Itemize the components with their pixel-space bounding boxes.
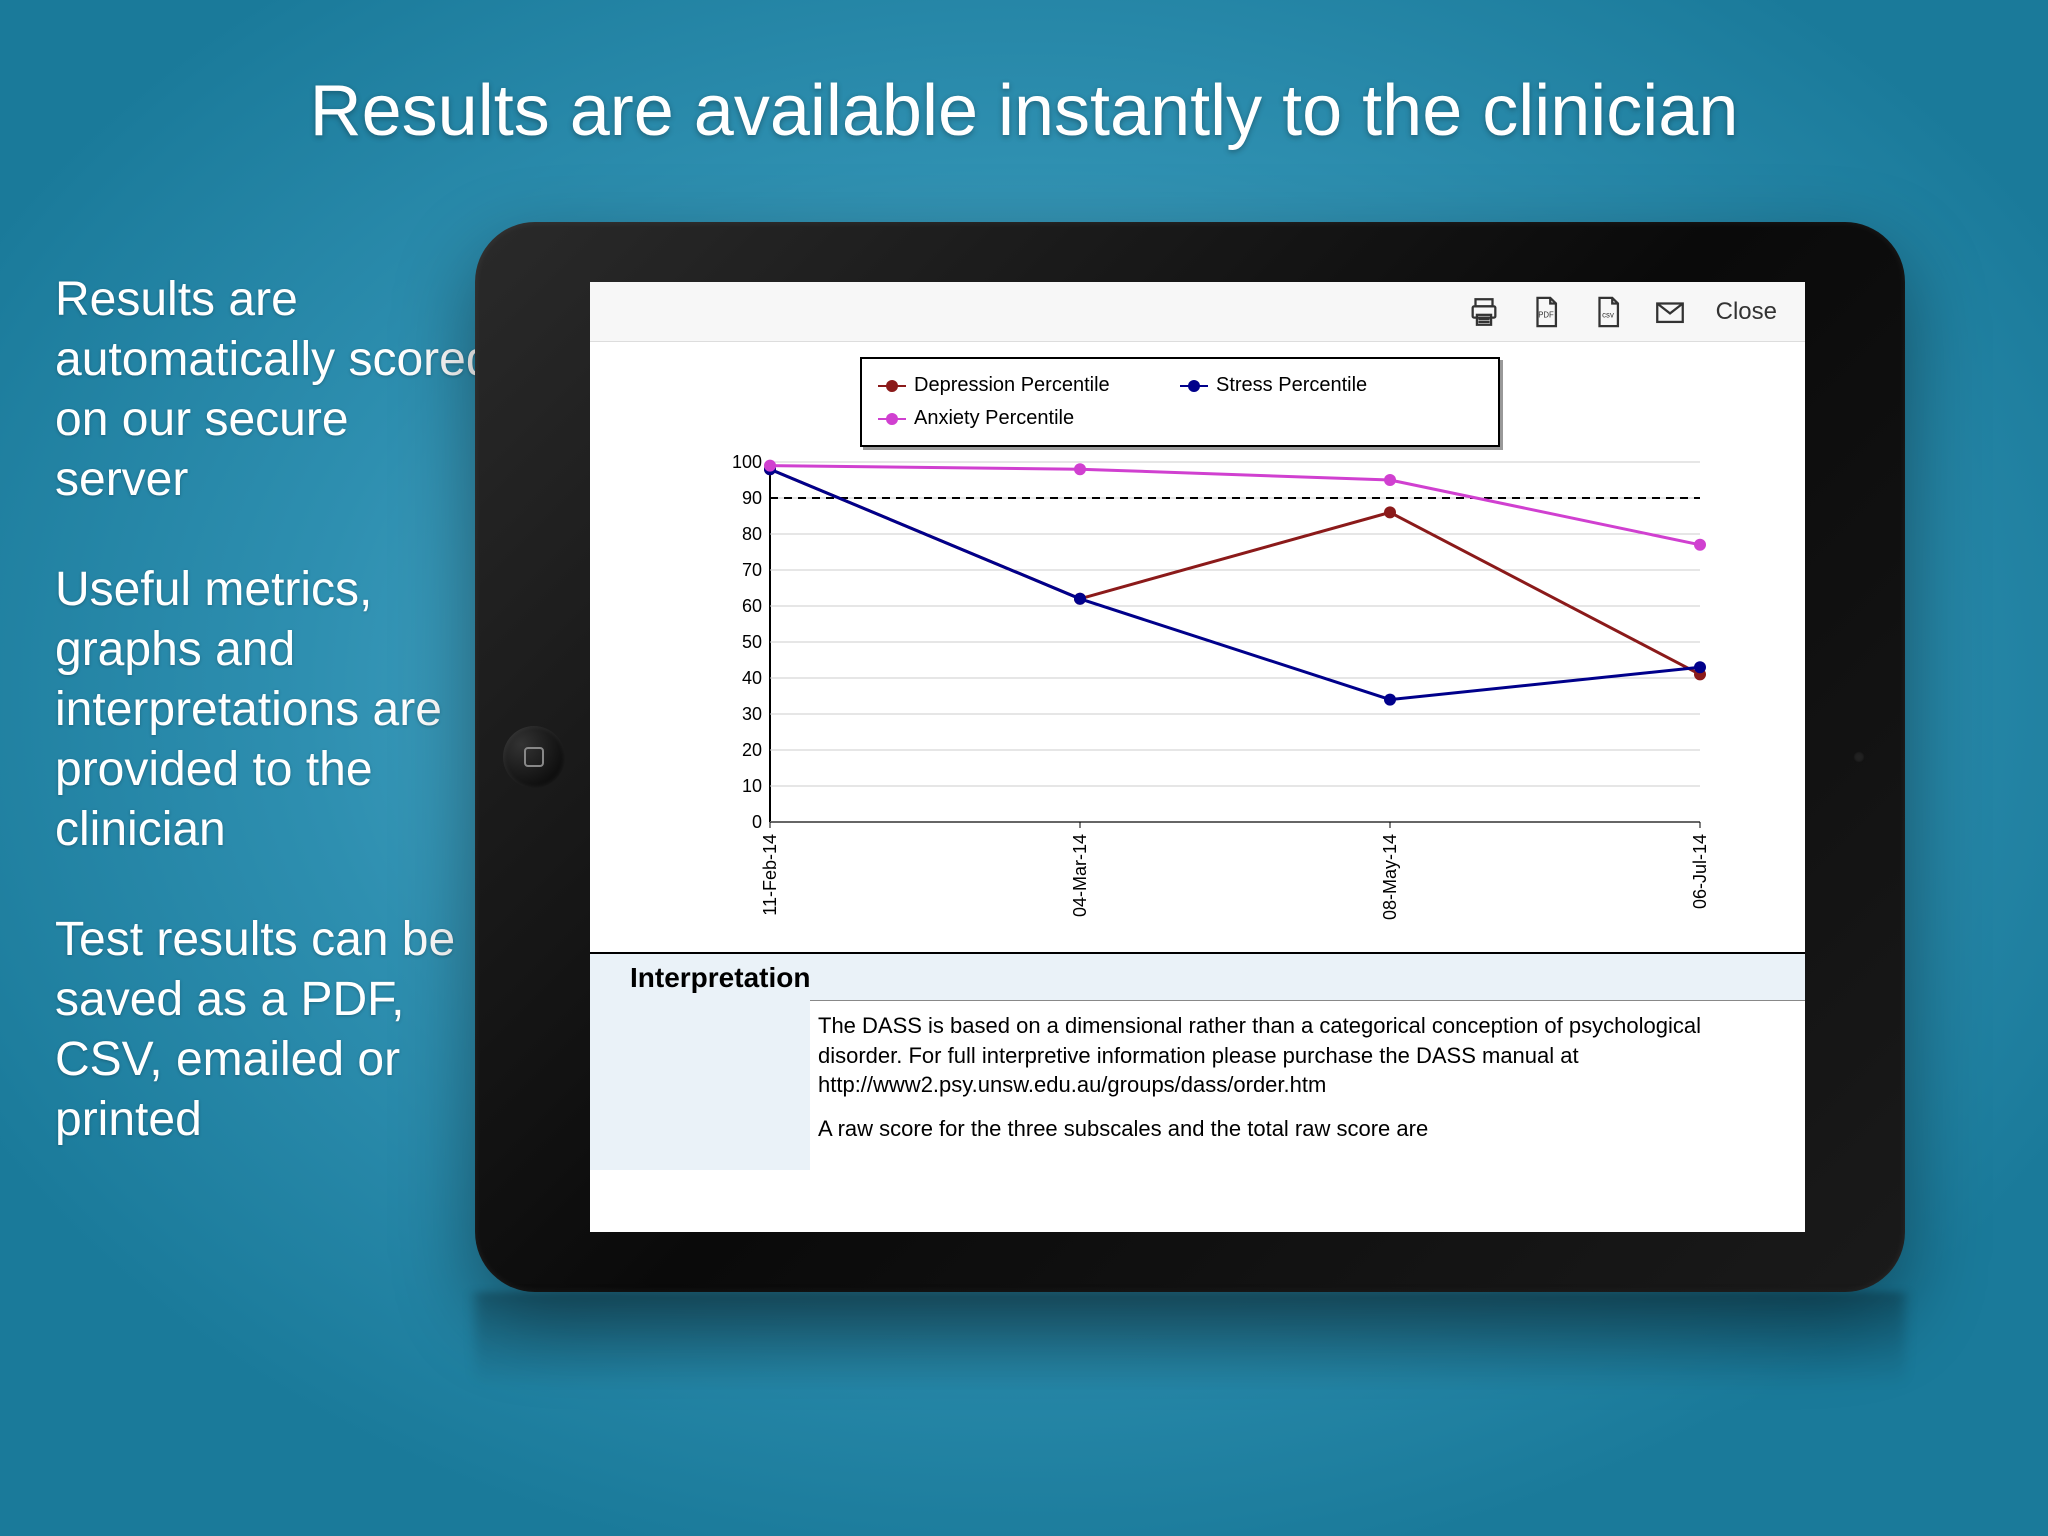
page-title: Results are available instantly to the c…	[0, 70, 2048, 152]
close-button[interactable]: Close	[1716, 298, 1777, 326]
svg-text:04-Mar-14: 04-Mar-14	[1070, 834, 1090, 917]
camera-dot	[1853, 751, 1865, 763]
svg-text:0: 0	[752, 812, 762, 832]
ipad-frame: PDF csv Close Depression Percentile Stre…	[475, 222, 1905, 1292]
svg-text:08-May-14: 08-May-14	[1380, 834, 1400, 920]
marketing-copy: Results are automatically scored on our …	[55, 270, 495, 1200]
csv-icon[interactable]: csv	[1587, 291, 1629, 333]
svg-text:06-Jul-14: 06-Jul-14	[1690, 834, 1710, 909]
svg-text:90: 90	[742, 488, 762, 508]
interpretation-body: The DASS is based on a dimensional rathe…	[810, 1000, 1805, 1170]
email-icon[interactable]	[1649, 291, 1691, 333]
svg-text:20: 20	[742, 740, 762, 760]
toolbar: PDF csv Close	[590, 282, 1805, 342]
svg-text:csv: csv	[1602, 310, 1614, 319]
home-button[interactable]	[503, 726, 565, 788]
svg-text:11-Feb-14: 11-Feb-14	[760, 834, 780, 916]
pdf-icon[interactable]: PDF	[1525, 291, 1567, 333]
interpretation-p1: The DASS is based on a dimensional rathe…	[818, 1011, 1785, 1100]
side-para-3: Test results can be saved as a PDF, CSV,…	[55, 910, 495, 1150]
interpretation-section: Interpretation The DASS is based on a di…	[590, 952, 1805, 1170]
svg-text:70: 70	[742, 560, 762, 580]
interpretation-heading: Interpretation	[630, 962, 1805, 994]
chart-area: Depression Percentile Stress Percentile …	[590, 342, 1805, 952]
side-para-1: Results are automatically scored on our …	[55, 270, 495, 510]
svg-text:100: 100	[732, 452, 762, 472]
svg-text:PDF: PDF	[1538, 310, 1554, 319]
app-screen: PDF csv Close Depression Percentile Stre…	[590, 282, 1805, 1232]
side-para-2: Useful metrics, graphs and interpretatio…	[55, 560, 495, 860]
line-chart: 0 10 20 30 40 50 60 70 80 90 100 11-Feb-14 04-Mar-14…	[590, 342, 1805, 952]
svg-text:40: 40	[742, 668, 762, 688]
print-icon[interactable]	[1463, 291, 1505, 333]
interpretation-p2: A raw score for the three subscales and …	[818, 1114, 1785, 1144]
svg-text:30: 30	[742, 704, 762, 724]
svg-text:60: 60	[742, 596, 762, 616]
svg-text:50: 50	[742, 632, 762, 652]
svg-text:80: 80	[742, 524, 762, 544]
svg-text:10: 10	[742, 776, 762, 796]
